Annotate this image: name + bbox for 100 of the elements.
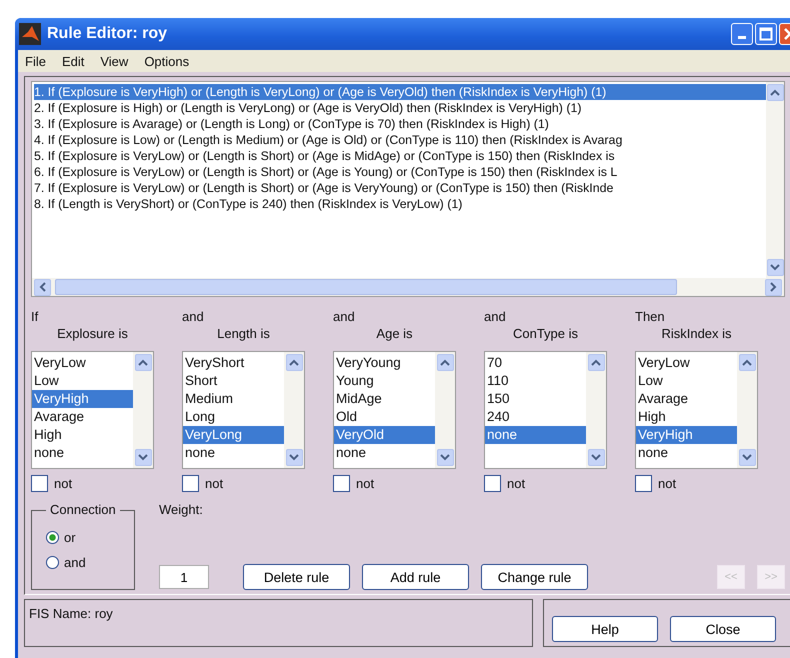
term-item[interactable]: none	[334, 444, 435, 462]
scroll-down-button[interactable]	[286, 449, 302, 466]
term-item[interactable]: none	[32, 444, 133, 462]
term-item[interactable]: VeryLow	[636, 354, 737, 372]
term-item[interactable]: Low	[32, 372, 133, 390]
chevron-down-icon	[591, 454, 601, 461]
term-item[interactable]: VeryHigh	[636, 426, 737, 444]
term-item[interactable]: none	[183, 444, 284, 462]
vertical-scrollbar[interactable]	[133, 352, 153, 468]
vertical-scrollbar[interactable]	[435, 352, 455, 468]
term-item[interactable]: Old	[334, 408, 435, 426]
scroll-left-button[interactable]	[34, 278, 51, 296]
rule-item[interactable]: 3. If (Explosure is Avarage) or (Length is Long) or (ConType is 70) then (RiskIndex is High) (1)	[34, 116, 766, 132]
rule-item[interactable]: 1. If (Explosure is VeryHigh) or (Length is VeryLong) or (Age is VeryOld) then (RiskIndex is VeryHigh) (1)	[34, 84, 766, 100]
scroll-down-button[interactable]	[766, 259, 784, 276]
scroll-down-button[interactable]	[588, 449, 604, 466]
term-item[interactable]: High	[636, 408, 737, 426]
minimize-button[interactable]	[731, 23, 753, 45]
term-list[interactable]: VeryLow Low Avarage High VeryHigh none	[635, 351, 758, 469]
term-item[interactable]: 70	[485, 354, 586, 372]
not-checkbox[interactable]	[635, 475, 652, 492]
term-list[interactable]: VeryYoung Young MidAge Old VeryOld none	[333, 351, 456, 469]
term-item[interactable]: Low	[636, 372, 737, 390]
variable-label: Age is	[376, 326, 413, 341]
vertical-scrollbar[interactable]	[586, 352, 606, 468]
not-checkbox[interactable]	[31, 475, 48, 492]
term-item[interactable]: VeryYoung	[334, 354, 435, 372]
maximize-button[interactable]	[755, 23, 777, 45]
chevron-down-icon	[742, 454, 752, 461]
term-item[interactable]: VeryLow	[32, 354, 133, 372]
scrollbar-thumb[interactable]	[55, 279, 677, 295]
vertical-scrollbar[interactable]	[284, 352, 304, 468]
not-checkbox[interactable]	[333, 475, 350, 492]
term-item[interactable]: 110	[485, 372, 586, 390]
term-list[interactable]: VeryShort Short Medium Long VeryLong none	[182, 351, 305, 469]
term-list[interactable]: 70 110 150 240 none	[484, 351, 607, 469]
scroll-right-button[interactable]	[765, 278, 782, 296]
weight-field[interactable]: 1	[159, 565, 209, 589]
rule-item[interactable]: 4. If (Explosure is Low) or (Length is Medium) or (Age is Old) or (ConType is 110) then (RiskIndex is Avarag	[34, 132, 766, 148]
not-checkbox[interactable]	[484, 475, 501, 492]
vertical-scrollbar[interactable]	[737, 352, 757, 468]
scroll-up-button[interactable]	[436, 354, 454, 371]
term-item[interactable]: VeryOld	[334, 426, 435, 444]
term-item[interactable]: Young	[334, 372, 435, 390]
rule-item[interactable]: 7. If (Explosure is VeryLow) or (Length is Short) or (Age is VeryYoung) or (ConType is 150) then (RiskInde	[34, 180, 766, 196]
footer-button[interactable]: Help	[552, 616, 658, 642]
rule-item[interactable]: 6. If (Explosure is VeryLow) or (Length is Short) or (Age is Young) or (ConType is 150) then (RiskIndex is L	[34, 164, 766, 180]
horizontal-scrollbar[interactable]	[32, 278, 784, 296]
radio-label: or	[64, 530, 76, 545]
rule-item[interactable]: 2. If (Explosure is High) or (Length is VeryLong) or (Age is VeryOld) then (RiskIndex is VeryHigh) (1)	[34, 100, 766, 116]
footer-button[interactable]: Close	[670, 616, 776, 642]
rule-item[interactable]: 8. If (Length is VeryShort) or (ConType is 240) then (RiskIndex is VeryLow) (1)	[34, 196, 766, 212]
connector-label: If	[31, 309, 40, 324]
radio-button[interactable]	[46, 531, 59, 544]
scroll-down-button[interactable]	[738, 449, 756, 466]
weight-label: Weight:	[159, 502, 204, 517]
scroll-down-button[interactable]	[134, 449, 152, 466]
vertical-scrollbar[interactable]	[766, 82, 784, 278]
term-item[interactable]: none	[485, 426, 586, 444]
connector-label: and	[333, 309, 356, 324]
scroll-up-button[interactable]	[134, 354, 152, 371]
app-logo-icon	[19, 23, 41, 45]
term-item[interactable]: High	[32, 426, 133, 444]
menu-item[interactable]: File	[25, 54, 46, 68]
term-item[interactable]: VeryLong	[183, 426, 284, 444]
scroll-up-button[interactable]	[588, 354, 604, 371]
term-item[interactable]: Short	[183, 372, 284, 390]
term-item[interactable]: Long	[183, 408, 284, 426]
term-item[interactable]: MidAge	[334, 390, 435, 408]
term-item[interactable]: Avarage	[32, 408, 133, 426]
menu-item[interactable]: View	[100, 54, 128, 68]
action-button[interactable]: Delete rule	[243, 564, 350, 590]
scroll-up-button[interactable]	[738, 354, 756, 371]
menu-item[interactable]: Options	[144, 54, 190, 68]
chevron-left-icon	[39, 282, 46, 292]
scroll-up-button[interactable]	[766, 84, 784, 101]
term-item[interactable]: VeryHigh	[32, 390, 133, 408]
term-item[interactable]: Medium	[183, 390, 284, 408]
term-item[interactable]: VeryShort	[183, 354, 284, 372]
action-button[interactable]: Add rule	[362, 564, 469, 590]
not-checkbox[interactable]	[182, 475, 199, 492]
radio-button[interactable]	[46, 556, 59, 569]
rule-item[interactable]: 5. If (Explosure is VeryLow) or (Length is Short) or (Age is MidAge) or (ConType is 150) then (RiskIndex is	[34, 148, 766, 164]
group-title: Connection	[46, 502, 120, 517]
rule-list[interactable]	[31, 81, 785, 297]
scroll-up-button[interactable]	[286, 354, 302, 371]
term-item[interactable]: 240	[485, 408, 586, 426]
maximize-icon	[759, 27, 773, 41]
term-list[interactable]: VeryLow Low VeryHigh Avarage High none	[31, 351, 154, 469]
term-item[interactable]: 150	[485, 390, 586, 408]
chevron-up-icon	[742, 359, 752, 366]
scroll-down-button[interactable]	[436, 449, 454, 466]
checkbox-label: not	[356, 476, 374, 491]
chevron-up-icon	[770, 89, 780, 96]
chevron-right-icon	[770, 282, 777, 292]
menu-item[interactable]: Edit	[62, 54, 84, 68]
term-item[interactable]: Avarage	[636, 390, 737, 408]
action-button[interactable]: Change rule	[481, 564, 588, 590]
term-item[interactable]: none	[636, 444, 737, 462]
chevron-down-icon	[138, 454, 148, 461]
